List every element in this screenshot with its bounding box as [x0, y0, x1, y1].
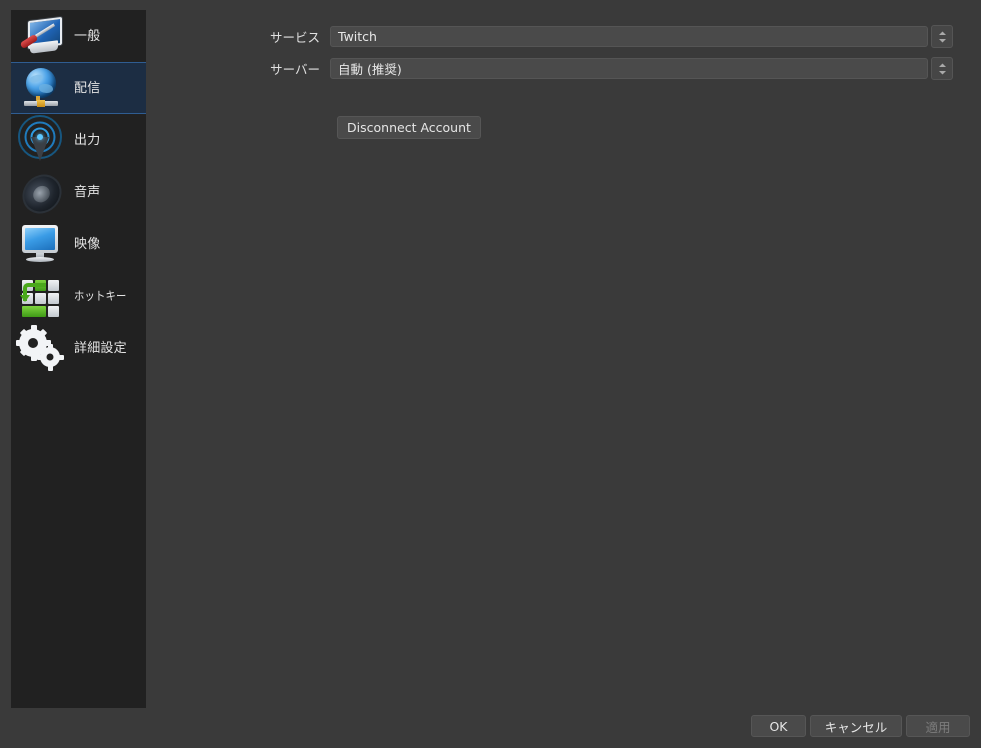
cancel-button[interactable]: キャンセル	[810, 715, 902, 737]
service-combobox[interactable]: Twitch	[330, 26, 928, 47]
sidebar-item-label: 配信	[74, 80, 101, 96]
service-value: Twitch	[338, 29, 377, 44]
sidebar-item-general[interactable]: 一般	[11, 10, 146, 62]
sidebar-item-stream[interactable]: 配信	[11, 62, 146, 114]
sidebar-item-label: 映像	[74, 236, 101, 252]
server-value: 自動 (推奨)	[338, 62, 402, 77]
settings-category-sidebar: 一般 配信 出力 音声 映像 ホットキー 詳細設定	[11, 10, 146, 708]
sidebar-item-label: 一般	[74, 28, 101, 44]
sidebar-item-hotkeys[interactable]: ホットキー	[11, 270, 146, 322]
sidebar-item-label: 詳細設定	[74, 340, 127, 356]
ok-button[interactable]: OK	[751, 715, 806, 737]
disconnect-account-row: Disconnect Account	[337, 116, 481, 139]
apply-button: 適用	[906, 715, 970, 737]
server-row: サーバー 自動 (推奨)	[160, 57, 971, 80]
disconnect-account-button[interactable]: Disconnect Account	[337, 116, 481, 139]
monitor-icon	[14, 219, 66, 269]
monitor-screwdriver-icon	[14, 11, 66, 61]
sidebar-item-label: ホットキー	[74, 289, 127, 303]
dialog-button-bar: OK キャンセル 適用	[0, 704, 981, 748]
sidebar-item-advanced[interactable]: 詳細設定	[11, 322, 146, 374]
chevron-up-down-icon	[938, 63, 946, 74]
sidebar-item-label: 音声	[74, 184, 101, 200]
sidebar-item-audio[interactable]: 音声	[11, 166, 146, 218]
broadcast-tower-icon	[14, 115, 66, 165]
sidebar-item-video[interactable]: 映像	[11, 218, 146, 270]
gears-icon	[14, 323, 66, 373]
server-label: サーバー	[270, 62, 320, 77]
service-label: サービス	[269, 30, 320, 45]
service-spinner[interactable]	[931, 25, 953, 48]
stream-settings-pane: サービス Twitch サーバー 自動 (推奨) Disconnect Acco…	[160, 10, 971, 700]
keyboard-keys-icon	[14, 271, 66, 321]
speaker-icon	[14, 167, 66, 218]
settings-window: 一般 配信 出力 音声 映像 ホットキー 詳細設定 サービス Twitch サー…	[0, 0, 981, 748]
sidebar-item-output[interactable]: 出力	[11, 114, 146, 166]
sidebar-item-label: 出力	[74, 132, 101, 148]
globe-icon	[14, 63, 66, 113]
chevron-up-down-icon	[938, 31, 946, 42]
server-combobox[interactable]: 自動 (推奨)	[330, 58, 928, 79]
service-row: サービス Twitch	[160, 25, 971, 48]
server-spinner[interactable]	[931, 57, 953, 80]
